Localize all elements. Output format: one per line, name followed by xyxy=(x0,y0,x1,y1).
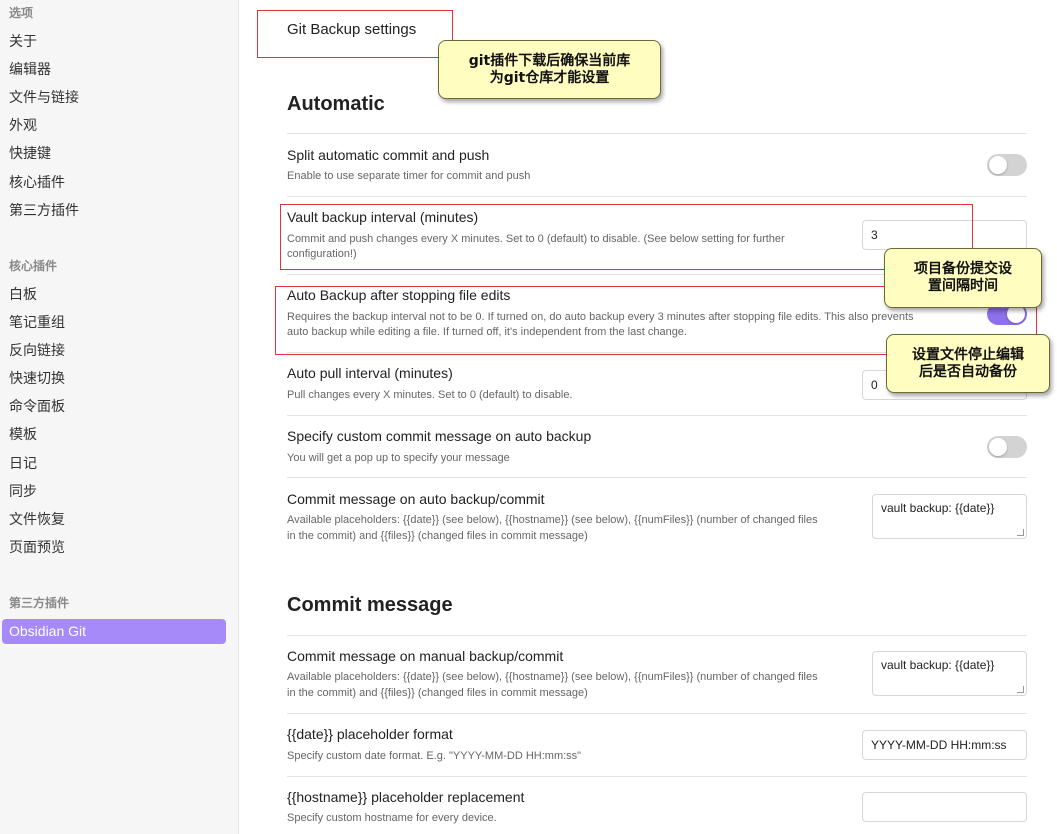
divider xyxy=(287,713,1027,714)
settings-sidebar: 选项 关于 编辑器 文件与链接 外观 快捷键 核心插件 第三方插件 核心插件 白… xyxy=(0,0,239,834)
setting-desc-auto-commit-message-1: Available placeholders: {{date}} (see be… xyxy=(287,514,818,526)
setting-desc-custom-message: You will get a pop up to specify your me… xyxy=(287,452,510,464)
toggle-knob xyxy=(989,438,1007,456)
sidebar-item-hotkeys[interactable]: 快捷键 xyxy=(9,142,51,164)
divider xyxy=(287,477,1027,478)
hostname-input[interactable] xyxy=(862,792,1027,822)
sidebar-item-editor[interactable]: 编辑器 xyxy=(9,58,51,80)
callout-interval-note: 项目备份提交设 置间隔时间 xyxy=(884,248,1042,308)
setting-name-auto-backup-stop: Auto Backup after stopping file edits xyxy=(287,287,511,303)
setting-name-pull-interval: Auto pull interval (minutes) xyxy=(287,365,453,381)
sidebar-item-file-recovery[interactable]: 文件恢复 xyxy=(9,508,65,530)
setting-desc-auto-backup-stop-2: auto backup while editing a file. If tur… xyxy=(287,326,687,338)
sidebar-item-community-plugins[interactable]: 第三方插件 xyxy=(9,199,79,221)
setting-desc-auto-commit-message-2: in the commit) and {{files}} (changed fi… xyxy=(287,530,588,542)
sidebar-item-backlinks[interactable]: 反向链接 xyxy=(9,339,65,361)
sidebar-item-canvas[interactable]: 白板 xyxy=(9,283,37,305)
setting-desc-manual-commit-message-1: Available placeholders: {{date}} (see be… xyxy=(287,671,818,683)
setting-name-hostname: {{hostname}} placeholder replacement xyxy=(287,789,525,805)
setting-desc-manual-commit-message-2: in the commit) and {{files}} (changed fi… xyxy=(287,687,588,699)
toggle-split-commit-push[interactable] xyxy=(987,154,1027,176)
sidebar-item-daily-notes[interactable]: 日记 xyxy=(9,452,37,474)
divider xyxy=(287,776,1027,777)
sidebar-item-page-preview[interactable]: 页面预览 xyxy=(9,536,65,558)
sidebar-item-core-plugins[interactable]: 核心插件 xyxy=(9,171,65,193)
sidebar-item-quick-switcher[interactable]: 快速切换 xyxy=(9,367,65,389)
settings-content: Git Backup settings Automatic Split auto… xyxy=(240,0,1057,834)
sidebar-heading-community: 第三方插件 xyxy=(9,596,70,610)
divider xyxy=(287,635,1027,636)
sidebar-item-obsidian-git[interactable]: Obsidian Git xyxy=(2,619,226,644)
setting-name-manual-commit-message: Commit message on manual backup/commit xyxy=(287,648,564,664)
section-heading-automatic: Automatic xyxy=(287,93,385,115)
date-format-input[interactable]: YYYY-MM-DD HH:mm:ss xyxy=(862,730,1027,760)
setting-desc-vault-interval-1: Commit and push changes every X minutes.… xyxy=(287,233,785,245)
setting-desc-pull-interval: Pull changes every X minutes. Set to 0 (… xyxy=(287,389,573,401)
sidebar-item-note-composer[interactable]: 笔记重组 xyxy=(9,311,65,333)
divider xyxy=(287,415,1027,416)
toggle-custom-commit-message[interactable] xyxy=(987,436,1027,458)
setting-name-date-format: {{date}} placeholder format xyxy=(287,726,453,742)
sidebar-item-appearance[interactable]: 外观 xyxy=(9,114,37,136)
resize-grip-icon[interactable] xyxy=(1017,686,1024,693)
sidebar-heading-core: 核心插件 xyxy=(9,259,58,273)
setting-desc-auto-backup-stop-1: Requires the backup interval not to be 0… xyxy=(287,311,914,323)
setting-desc-hostname: Specify custom hostname for every device… xyxy=(287,812,497,824)
resize-grip-icon[interactable] xyxy=(1017,529,1024,536)
setting-name-vault-interval: Vault backup interval (minutes) xyxy=(287,209,479,225)
textarea-value: vault backup: {{date}} xyxy=(881,658,995,672)
sidebar-item-files-links[interactable]: 文件与链接 xyxy=(9,86,79,108)
divider xyxy=(287,196,1027,197)
textarea-value: vault backup: {{date}} xyxy=(881,501,995,515)
sidebar-item-templates[interactable]: 模板 xyxy=(9,423,37,445)
manual-commit-message-textarea[interactable]: vault backup: {{date}} xyxy=(872,651,1027,696)
sidebar-item-sync[interactable]: 同步 xyxy=(9,480,37,502)
vault-interval-input[interactable]: 3 xyxy=(862,220,1027,250)
setting-desc-date-format: Specify custom date format. E.g. "YYYY-M… xyxy=(287,750,582,762)
section-heading-commit-message: Commit message xyxy=(287,594,453,616)
auto-commit-message-textarea[interactable]: vault backup: {{date}} xyxy=(872,494,1027,539)
toggle-knob xyxy=(989,156,1007,174)
callout-stop-edit-note: 设置文件停止编辑 后是否自动备份 xyxy=(886,334,1050,393)
setting-desc-vault-interval-2: configuration!) xyxy=(287,248,357,260)
divider xyxy=(287,133,1027,134)
setting-name-split: Split automatic commit and push xyxy=(287,147,490,163)
sidebar-item-about[interactable]: 关于 xyxy=(9,30,37,52)
page-title: Git Backup settings xyxy=(287,21,417,38)
sidebar-heading-options: 选项 xyxy=(9,6,34,20)
setting-name-custom-message: Specify custom commit message on auto ba… xyxy=(287,428,592,444)
callout-git-note: git插件下载后确保当前库 为git仓库才能设置 xyxy=(438,40,661,99)
setting-name-auto-commit-message: Commit message on auto backup/commit xyxy=(287,491,545,507)
sidebar-item-command-palette[interactable]: 命令面板 xyxy=(9,395,65,417)
setting-desc-split: Enable to use separate timer for commit … xyxy=(287,170,531,182)
